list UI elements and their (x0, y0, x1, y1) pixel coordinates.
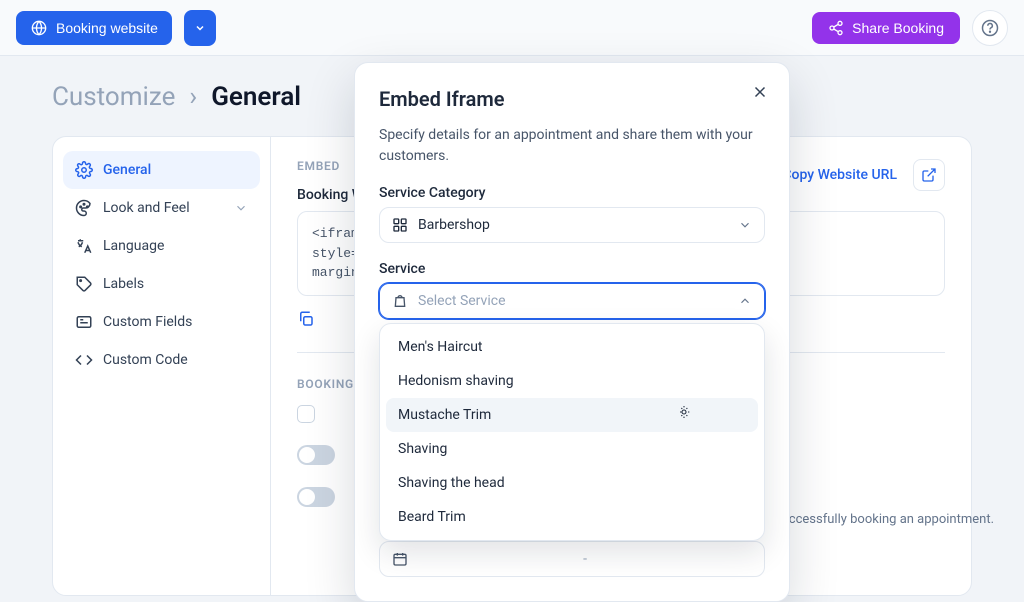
service-option[interactable]: Beard Trim (386, 500, 758, 534)
sidebar-item-custom-code[interactable]: Custom Code (63, 341, 260, 379)
modal-title: Embed Iframe (379, 87, 765, 111)
service-category-select[interactable]: Barbershop (379, 207, 765, 243)
service-option[interactable]: Mustache Trim (386, 398, 758, 432)
share-booking-button[interactable]: Share Booking (812, 12, 960, 44)
embed-iframe-modal: Embed Iframe Specify details for an appo… (354, 62, 790, 602)
service-option[interactable]: Shaving the head (386, 466, 758, 500)
cursor-icon (678, 404, 694, 420)
breadcrumb-parent[interactable]: Customize (52, 82, 175, 112)
sidebar: General Look and Feel Language (53, 137, 271, 595)
booking-website-label: Booking website (56, 20, 158, 36)
option-toggle[interactable] (297, 487, 335, 507)
copy-website-url-label: Copy Website URL (782, 167, 897, 183)
help-button[interactable] (972, 10, 1008, 46)
booking-website-dropdown[interactable] (184, 10, 216, 46)
breadcrumb-sep: › (189, 82, 197, 112)
share-booking-label: Share Booking (852, 20, 944, 36)
service-category-value: Barbershop (418, 217, 490, 233)
service-select[interactable]: Select Service (379, 283, 765, 319)
service-label: Service (379, 261, 765, 277)
sidebar-item-general[interactable]: General (63, 151, 260, 189)
form-icon (75, 313, 93, 331)
service-dropdown: Men's Haircut Hedonism shaving Mustache … (379, 323, 765, 541)
chevron-down-icon (234, 201, 248, 215)
chevron-up-icon (738, 294, 752, 308)
palette-icon (75, 199, 93, 217)
calendar-icon (392, 551, 408, 567)
option-checkbox[interactable] (297, 405, 315, 423)
service-option[interactable]: Hedonism shaving (386, 364, 758, 398)
language-icon (75, 237, 93, 255)
service-option[interactable]: Men's Haircut (386, 330, 758, 364)
modal-description: Specify details for an appointment and s… (379, 125, 765, 167)
sidebar-item-label: Language (103, 238, 164, 254)
service-placeholder: Select Service (418, 293, 506, 309)
breadcrumb-current: General (211, 82, 301, 112)
sidebar-item-label: Custom Code (103, 352, 188, 368)
chevron-down-icon (738, 218, 752, 232)
copy-icon[interactable] (297, 310, 315, 328)
gear-icon (75, 161, 93, 179)
bag-icon (392, 293, 408, 309)
date-range-separator: - (418, 551, 752, 567)
service-option-label: Mustache Trim (398, 407, 491, 423)
service-category-label: Service Category (379, 185, 765, 201)
share-icon (828, 20, 844, 36)
globe-icon (30, 19, 48, 37)
tag-icon (75, 275, 93, 293)
option-toggle[interactable] (297, 445, 335, 465)
sidebar-item-label: Labels (103, 276, 144, 292)
service-option[interactable]: Shaving (386, 432, 758, 466)
open-external-button[interactable] (913, 159, 945, 191)
sidebar-item-label: Custom Fields (103, 314, 192, 330)
grid-icon (392, 217, 408, 233)
sidebar-item-custom-fields[interactable]: Custom Fields (63, 303, 260, 341)
sidebar-item-labels[interactable]: Labels (63, 265, 260, 303)
sidebar-item-language[interactable]: Language (63, 227, 260, 265)
sidebar-item-label: Look and Feel (103, 200, 190, 216)
sidebar-item-label: General (103, 162, 151, 178)
sidebar-item-look-and-feel[interactable]: Look and Feel (63, 189, 260, 227)
date-range-picker[interactable]: - (379, 541, 765, 577)
modal-close-button[interactable] (751, 83, 769, 101)
code-icon (75, 351, 93, 369)
booking-website-button[interactable]: Booking website (16, 11, 172, 45)
